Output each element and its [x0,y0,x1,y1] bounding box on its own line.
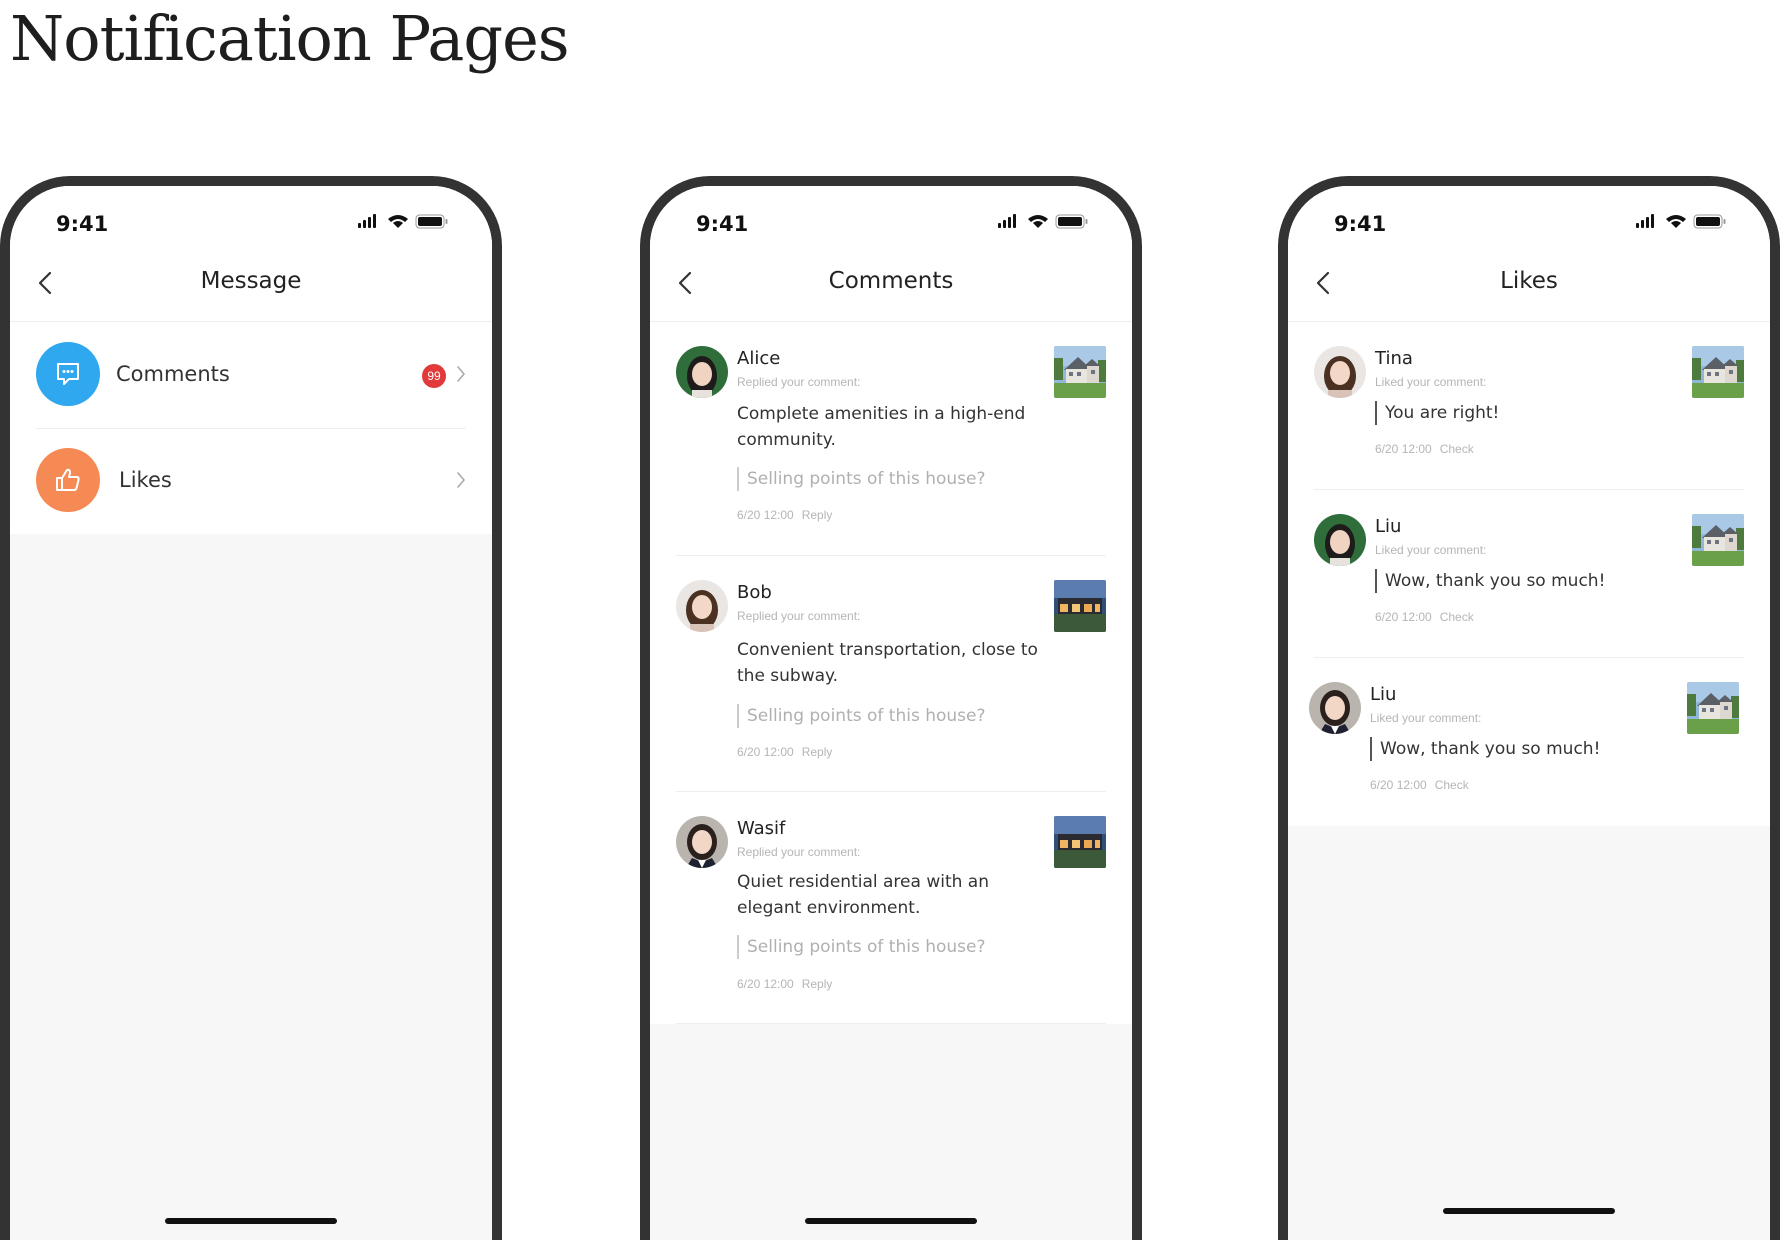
house-thumbnail[interactable] [1692,514,1744,566]
status-icons [998,213,1090,229]
signal-wifi-battery-icon [1636,213,1728,229]
avatar[interactable] [1314,346,1366,398]
status-icons [358,213,450,229]
comment-text: Quiet residential area with an elegant e… [737,872,989,918]
avatar[interactable] [1314,514,1366,566]
comment-item[interactable]: Alice Replied your comment: Complete ame… [650,322,1132,556]
nav-bar: Likes [1288,244,1770,322]
comment-item[interactable]: Bob Replied your comment: Convenient tra… [650,556,1132,792]
comment-time: 6/20 12:00 [737,977,794,991]
like-meta: 6/20 12:00 Check [1375,442,1482,456]
comment-action: Replied your comment: [737,375,861,389]
status-bar: 9:41 [1288,186,1770,244]
avatar[interactable] [676,816,728,868]
liked-comment: You are right! [1375,401,1499,425]
liked-comment: Wow, thank you so much! [1370,737,1600,761]
liker-name: Tina [1375,348,1413,369]
check-link[interactable]: Check [1435,778,1469,792]
like-meta: 6/20 12:00 Check [1370,778,1477,792]
message-row-label: Comments [116,362,230,386]
reply-link[interactable]: Reply [802,977,833,991]
comment-meta: 6/20 12:00 Reply [737,745,840,759]
status-time: 9:41 [1334,212,1387,236]
commenter-name: Bob [737,582,772,603]
status-bar: 9:41 [650,186,1132,244]
status-bar: 9:41 [10,186,492,244]
house-thumbnail[interactable] [1054,816,1106,868]
message-row-likes[interactable]: Likes [10,428,492,534]
divider [676,1023,1106,1024]
commenter-name: Wasif [737,818,786,839]
nav-bar: Comments [650,244,1132,322]
status-time: 9:41 [696,212,749,236]
like-item[interactable]: Liu Liked your comment: Wow, thank you s… [1288,658,1770,826]
signal-wifi-battery-icon [358,213,450,229]
phone-likes: 9:41 Likes Tina Liked your comment: You … [1278,176,1780,1240]
comment-action: Replied your comment: [737,609,861,623]
commenter-name: Alice [737,348,781,369]
comment-text: Convenient transportation, close to the … [737,640,1038,686]
house-thumbnail[interactable] [1687,682,1739,734]
comment-text: Complete amenities in a high-end communi… [737,404,1026,450]
quoted-comment: Selling points of this house? [737,467,986,491]
check-link[interactable]: Check [1440,610,1474,624]
thumbs-up-icon [36,448,100,512]
comment-meta: 6/20 12:00 Reply [737,508,840,522]
reply-link[interactable]: Reply [802,745,833,759]
comment-time: 6/20 12:00 [737,508,794,522]
nav-title: Likes [1500,268,1558,294]
comment-meta: 6/20 12:00 Reply [737,977,840,991]
like-time: 6/20 12:00 [1375,610,1432,624]
chat-bubble-icon [36,342,100,406]
comment-item[interactable]: Wasif Replied your comment: Quiet reside… [650,792,1132,1024]
avatar[interactable] [676,580,728,632]
chevron-right-icon [456,362,470,386]
phone-comments: 9:41 Comments Alice Replied your comment… [640,176,1142,1240]
house-thumbnail[interactable] [1692,346,1744,398]
likes-screen: 9:41 Likes Tina Liked your comment: You … [1288,186,1770,1240]
message-screen: 9:41 Message Comments 99 Likes [10,186,492,1240]
nav-title: Comments [828,268,954,294]
reply-link[interactable]: Reply [802,508,833,522]
like-item[interactable]: Tina Liked your comment: You are right! … [1288,322,1770,490]
signal-wifi-battery-icon [998,213,1090,229]
nav-title: Message [200,268,302,294]
house-thumbnail[interactable] [1054,346,1106,398]
comment-time: 6/20 12:00 [737,745,794,759]
home-indicator [165,1218,337,1224]
like-item[interactable]: Liu Liked your comment: Wow, thank you s… [1288,490,1770,658]
liker-name: Liu [1375,516,1402,537]
unread-badge: 99 [422,364,446,388]
like-action: Liked your comment: [1370,711,1482,725]
like-action: Liked your comment: [1375,543,1487,557]
liked-comment: Wow, thank you so much! [1375,569,1605,593]
like-action: Liked your comment: [1375,375,1487,389]
check-link[interactable]: Check [1440,442,1474,456]
status-time: 9:41 [56,212,109,236]
comment-action: Replied your comment: [737,845,861,859]
home-indicator [805,1218,977,1224]
nav-bar: Message [10,244,492,322]
home-indicator [1443,1208,1615,1214]
avatar[interactable] [676,346,728,398]
like-meta: 6/20 12:00 Check [1375,610,1482,624]
house-thumbnail[interactable] [1054,580,1106,632]
phone-message: 9:41 Message Comments 99 Likes [0,176,502,1240]
page-title: Notification Pages [10,2,570,75]
comments-screen: 9:41 Comments Alice Replied your comment… [650,186,1132,1240]
quoted-comment: Selling points of this house? [737,704,986,728]
message-row-label: Likes [119,468,172,492]
liker-name: Liu [1370,684,1397,705]
status-icons [1636,213,1728,229]
like-time: 6/20 12:00 [1375,442,1432,456]
chevron-right-icon [456,468,470,492]
avatar[interactable] [1309,682,1361,734]
like-time: 6/20 12:00 [1370,778,1427,792]
quoted-comment: Selling points of this house? [737,935,986,959]
message-row-comments[interactable]: Comments 99 [10,322,492,428]
